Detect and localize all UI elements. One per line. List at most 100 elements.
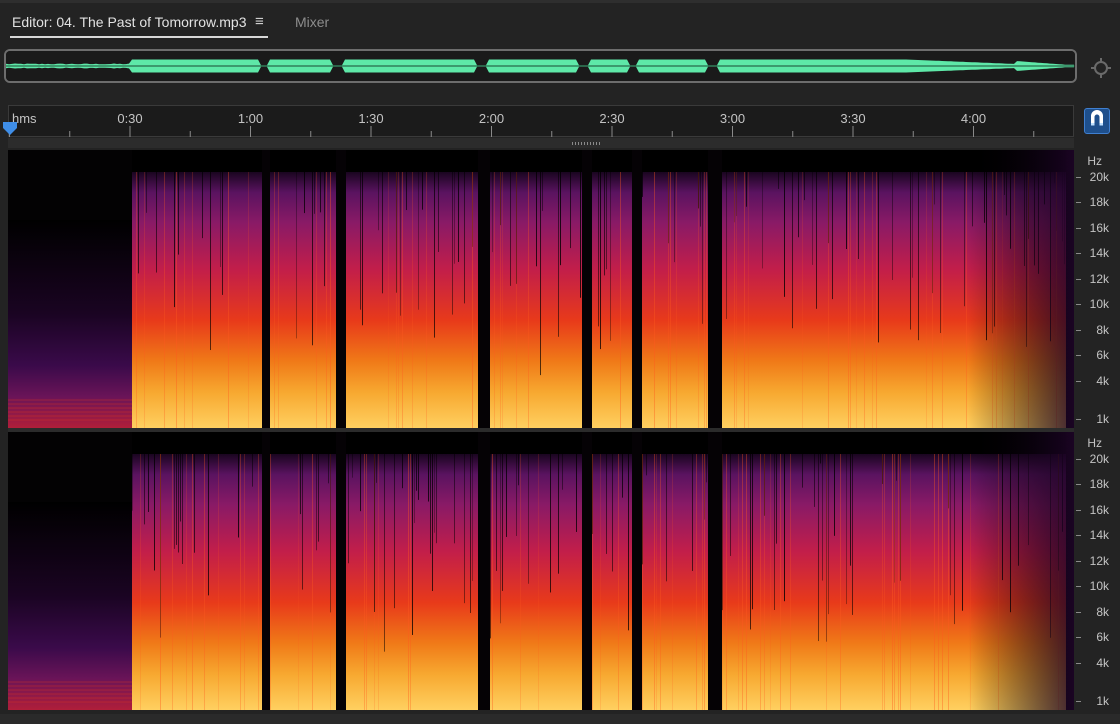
active-tab-indicator	[10, 36, 268, 38]
spectrogram-highlight	[330, 172, 331, 428]
spectrogram-gap	[584, 150, 586, 428]
spectrogram-highlight	[240, 454, 241, 710]
spectrogram-streak	[912, 150, 913, 278]
spectrogram-streak	[506, 432, 507, 537]
spectrogram-streak	[850, 432, 851, 566]
spectrogram-streak	[802, 432, 803, 488]
spectrogram-streak	[816, 150, 817, 309]
tab-mixer[interactable]: Mixer	[295, 14, 329, 30]
spectrogram-gap	[588, 432, 590, 710]
tab-editor[interactable]: Editor: 04. The Past of Tomorrow.mp3	[12, 14, 247, 30]
spectrogram-streak	[132, 432, 133, 511]
spectrogram-streak	[964, 150, 965, 307]
spectrogram-highlight	[278, 172, 279, 428]
spectrogram-fadeout	[968, 432, 1074, 710]
spectrogram-highlight	[374, 454, 375, 710]
spectrogram-highlight	[620, 172, 621, 428]
spectrogram-streak	[434, 150, 435, 338]
spectrogram-gap	[266, 432, 268, 710]
spectrogram-streak	[818, 432, 819, 642]
spectrogram-streak	[418, 432, 419, 500]
spectrogram-streak	[612, 432, 613, 572]
spectrogram-highlight	[330, 454, 331, 710]
hz-tick	[1076, 355, 1081, 356]
spectrogram-gap	[708, 432, 710, 710]
spectrogram-streak	[320, 150, 321, 213]
hz-tick-label: 12k	[1089, 554, 1109, 568]
spectrogram-gap	[340, 150, 342, 428]
hz-tick-label: 16k	[1089, 503, 1109, 517]
overview-waveform[interactable]	[4, 49, 1077, 83]
spectrogram-highlight	[704, 454, 705, 710]
spectrogram-streak	[878, 150, 879, 343]
playhead-marker-icon[interactable]	[2, 120, 18, 136]
spectrogram-gap	[344, 150, 346, 428]
spectrogram-gap	[268, 150, 270, 428]
spectrogram-streak	[510, 150, 511, 286]
overview-splitter[interactable]	[8, 138, 1074, 148]
spectrogram-streak	[858, 150, 859, 260]
spectral-channel-right[interactable]	[8, 432, 1074, 710]
overview-waveform-graphic	[6, 51, 1075, 81]
hz-tick	[1076, 202, 1081, 203]
spectrogram-highlight	[500, 172, 501, 428]
spectrogram-streak	[822, 432, 823, 581]
spectrogram-streak	[528, 432, 529, 584]
spectrogram-gap	[716, 150, 718, 428]
spectrogram-highlight	[600, 454, 601, 710]
zoom-navigator-icon[interactable]	[1089, 56, 1113, 80]
spectrogram-highlight	[654, 454, 655, 710]
spectrogram-gap	[720, 432, 722, 710]
spectral-channel-left[interactable]	[8, 150, 1074, 428]
hz-tick-label: 8k	[1096, 323, 1109, 337]
spectrogram-streak	[202, 150, 203, 239]
spectrogram-streak	[752, 432, 753, 610]
spectrogram-streak	[418, 150, 419, 310]
spectrogram-streak	[362, 150, 363, 326]
spectrogram-highlight	[910, 454, 911, 710]
hz-tick	[1076, 279, 1081, 280]
spectrogram-streak	[918, 150, 919, 341]
spectrogram-highlight	[366, 454, 367, 710]
hz-tick-label: 20k	[1089, 170, 1109, 184]
spectrogram-streak	[178, 150, 179, 255]
spectrogram-streak	[252, 432, 253, 487]
hz-unit-label: Hz	[1087, 436, 1102, 450]
splitter-grip-icon[interactable]	[572, 142, 602, 145]
spectrogram-streak	[428, 432, 429, 502]
spectrogram-highlight	[494, 172, 495, 428]
hz-tick	[1076, 535, 1081, 536]
ruler-time-label: 4:00	[960, 111, 987, 126]
spectrogram-highlight	[864, 172, 865, 428]
spectrogram-highlight	[164, 172, 165, 428]
spectrogram-main-region	[132, 454, 1074, 710]
timeline-ruler[interactable]: hms 0:30 1:00 1:30 2:00 2:30 3:00 3:30 4:00	[3, 105, 1074, 137]
hz-tick-label: 10k	[1089, 297, 1109, 311]
spectrogram-streak	[628, 432, 629, 631]
spectrogram-highlight	[660, 454, 661, 710]
spectrogram-highlight	[654, 172, 655, 428]
spectrogram-highlight	[388, 172, 389, 428]
spectrogram-streak	[180, 432, 181, 522]
spectrogram-streak	[496, 432, 497, 571]
spectrogram-highlight	[826, 454, 827, 710]
spectrogram-highlight	[892, 454, 893, 710]
hz-tick-label: 12k	[1089, 272, 1109, 286]
spectrogram-gap	[264, 432, 266, 710]
spectrogram-highlight	[426, 172, 427, 428]
tab-panel-menu-icon[interactable]: ≡	[255, 13, 264, 30]
hz-tick	[1076, 381, 1081, 382]
spectrogram-streak	[238, 432, 239, 538]
spectrogram-streak	[360, 150, 361, 310]
spectrogram-highlight	[898, 454, 899, 710]
spectrogram-gap	[584, 432, 586, 710]
hz-tick-label: 1k	[1096, 412, 1109, 426]
spectrogram-intro-region	[8, 502, 132, 710]
spectrogram-streak	[220, 150, 221, 268]
snap-toggle-button[interactable]	[1084, 108, 1110, 134]
spectrogram-gap	[340, 432, 342, 710]
spectrogram-streak	[378, 150, 379, 231]
spectrogram-highlight	[722, 454, 723, 710]
spectrogram-streak	[950, 432, 951, 596]
spectrogram-streak	[536, 150, 537, 267]
